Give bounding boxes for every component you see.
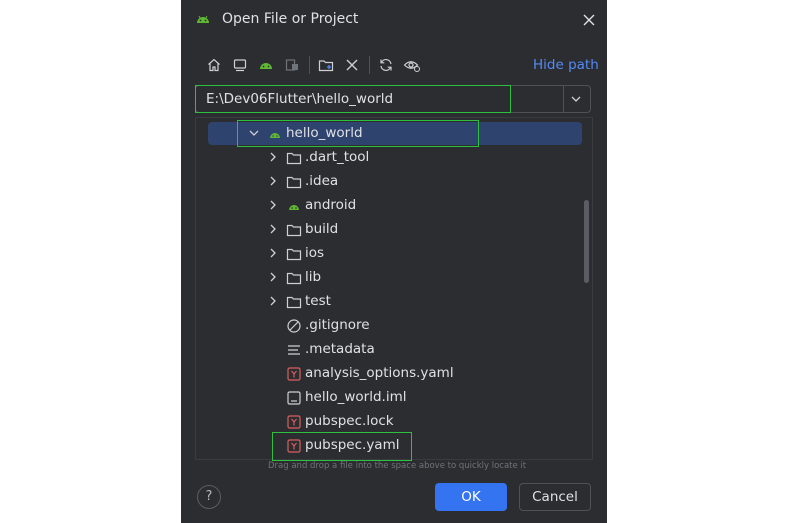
path-field[interactable]: E:\Dev06Flutter\hello_world [195,85,591,113]
folder-icon [286,294,302,310]
tree-row-idea[interactable]: .idea [196,170,592,194]
path-input[interactable]: E:\Dev06Flutter\hello_world [206,91,393,107]
chevron-right-icon[interactable] [266,246,280,260]
cancel-button[interactable]: Cancel [519,483,591,511]
tree-row-metadata[interactable]: .metadata [196,338,592,362]
module-icon[interactable] [281,54,303,76]
tree-item-label: .gitignore [305,317,370,333]
tree-item-label: .idea [305,173,339,189]
yaml-file-icon [286,438,302,454]
tree-item-label: .metadata [305,341,375,357]
tree-item-label: pubspec.yaml [305,437,400,453]
folder-icon [286,174,302,190]
tree-scrollbar[interactable] [584,200,589,283]
iml-file-icon [286,390,302,406]
chevron-down-icon[interactable] [566,90,586,108]
toolbar-separator [369,56,370,74]
hide-path-link[interactable]: Hide path [533,57,599,73]
tree-item-label: analysis_options.yaml [305,365,454,381]
yaml-file-icon [286,366,302,382]
drag-drop-hint: Drag and drop a file into the space abov… [268,461,527,471]
tree-row-build[interactable]: build [196,218,592,242]
dialog-title: Open File or Project [222,11,359,27]
folder-icon [286,150,302,166]
text-file-icon [286,342,302,358]
tree-row-android[interactable]: android [196,194,592,218]
tree-item-label: .dart_tool [305,149,370,165]
tree-row-lib[interactable]: lib [196,266,592,290]
chevron-right-icon[interactable] [266,198,280,212]
tree-item-label: hello_world [286,125,363,141]
toolbar-separator [309,56,310,74]
tree-item-label: hello_world.iml [305,389,407,405]
show-hidden-icon[interactable] [401,54,423,76]
path-divider [563,86,564,112]
close-icon[interactable] [580,11,598,29]
android-icon [267,126,283,142]
tree-item-label: android [305,197,357,213]
open-file-dialog: Open File or Project Hide path E:\Dev06F… [181,0,607,523]
chevron-right-icon[interactable] [266,294,280,308]
tree-item-label: pubspec.lock [305,413,394,429]
tree-row-hello-world[interactable]: hello_world [196,122,592,146]
tree-item-label: build [305,221,339,237]
help-button[interactable]: ? [197,485,221,509]
tree-row-ios[interactable]: ios [196,242,592,266]
delete-icon[interactable] [341,54,363,76]
tree-item-label: test [305,293,331,309]
chevron-right-icon[interactable] [266,270,280,284]
yaml-file-icon [286,414,302,430]
chevron-right-icon[interactable] [266,174,280,188]
ok-button[interactable]: OK [435,483,507,511]
tree-item-label: ios [305,245,325,261]
ignore-file-icon [286,318,302,334]
selection-highlight [208,122,582,145]
tree-item-label: lib [305,269,322,285]
chevron-down-icon[interactable] [247,126,261,140]
tree-row-dart-tool[interactable]: .dart_tool [196,146,592,170]
android-project-icon[interactable] [255,54,277,76]
tree-row-gitignore[interactable]: .gitignore [196,314,592,338]
refresh-icon[interactable] [375,54,397,76]
home-icon[interactable] [203,54,225,76]
chevron-right-icon[interactable] [266,150,280,164]
folder-icon [286,270,302,286]
tree-row-pubspec-yaml[interactable]: pubspec.yaml [196,434,592,458]
desktop-icon[interactable] [229,54,251,76]
android-icon [286,198,302,214]
chevron-right-icon[interactable] [266,222,280,236]
title-bar: Open File or Project [181,0,607,40]
tree-row-pubspec-lock[interactable]: pubspec.lock [196,410,592,434]
tree-row-test[interactable]: test [196,290,592,314]
tree-row-hello-world-iml[interactable]: hello_world.iml [196,386,592,410]
folder-icon [286,246,302,262]
new-folder-icon[interactable] [315,54,337,76]
tree-row-analysis-options[interactable]: analysis_options.yaml [196,362,592,386]
file-tree[interactable]: hello_world .dart_tool .idea android bui… [195,117,593,460]
android-icon [195,11,211,27]
folder-icon [286,222,302,238]
